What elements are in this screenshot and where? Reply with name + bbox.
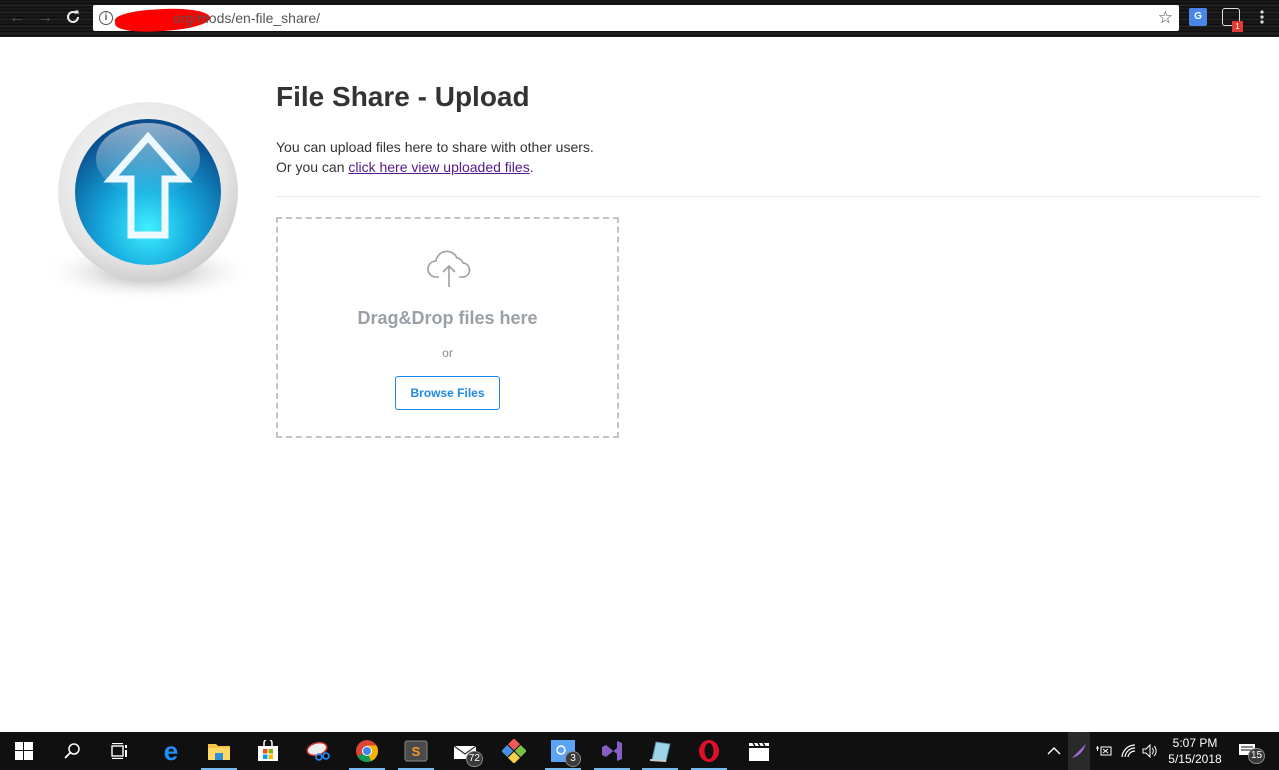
file-dropzone[interactable]: Drag&Drop files here or Browse Files [276, 217, 619, 438]
svg-text:S: S [412, 744, 421, 759]
taskbar-app-notepad[interactable] [640, 732, 680, 770]
extension-badge: 1 [1232, 21, 1243, 32]
reload-button[interactable] [64, 9, 82, 27]
task-view-button[interactable] [100, 732, 140, 770]
opera-icon [699, 740, 719, 762]
taskbar-app-git[interactable] [494, 732, 534, 770]
taskbar-app-edge[interactable]: e [151, 732, 191, 770]
browse-files-button[interactable]: Browse Files [395, 376, 500, 410]
browser-menu-icon[interactable] [1259, 9, 1265, 25]
visual-studio-icon [602, 741, 622, 761]
taskbar-app-snipping-tool[interactable] [298, 732, 338, 770]
messaging-badge: 3 [565, 751, 581, 767]
intro-prefix: Or you can [276, 159, 349, 175]
clapperboard-icon [749, 742, 769, 761]
battery-icon [1096, 746, 1112, 756]
mail-badge: 72 [465, 751, 483, 767]
chevron-up-icon [1047, 747, 1061, 755]
clock[interactable]: 5:07 PM 5/15/2018 [1165, 735, 1225, 767]
edge-icon: e [163, 735, 179, 766]
taskbar-app-visual-studio[interactable] [592, 732, 632, 770]
divider [276, 196, 1261, 197]
intro-line-2: Or you can click here view uploaded file… [276, 157, 594, 177]
intro-line-1: You can upload files here to share with … [276, 139, 594, 155]
store-icon [258, 740, 278, 761]
show-hidden-icons-button[interactable] [1047, 732, 1061, 770]
tray-battery[interactable] [1095, 732, 1113, 770]
wifi-icon [1121, 744, 1136, 758]
taskbar-app-messaging[interactable]: 3 [543, 732, 583, 770]
feather-icon [1072, 744, 1086, 758]
notifications-badge: 15 [1248, 748, 1266, 764]
clock-date: 5/15/2018 [1168, 752, 1222, 766]
taskbar-app-sublime-text[interactable]: S [396, 732, 436, 770]
taskbar-app-store[interactable] [248, 732, 288, 770]
cloud-upload-icon [427, 250, 471, 287]
dropzone-title: Drag&Drop files here [357, 308, 538, 328]
forward-button[interactable]: → [36, 9, 54, 27]
tray-volume[interactable] [1142, 732, 1158, 770]
folder-icon [208, 744, 230, 760]
info-icon[interactable]: i [99, 11, 113, 25]
url-text[interactable]: org/mods/en-file_share/ [173, 10, 320, 26]
intro-suffix: . [529, 159, 534, 175]
view-uploaded-files-link[interactable]: click here view uploaded files [348, 159, 529, 175]
tray-feather-app[interactable] [1068, 732, 1090, 770]
action-center-button[interactable]: 15 [1238, 732, 1266, 770]
intro-text: You can upload files here to share with … [276, 137, 594, 177]
git-app-icon [502, 739, 526, 763]
search-icon [64, 743, 80, 759]
snipping-tool-icon [306, 741, 330, 761]
page-content: File Share - Upload You can upload files… [0, 37, 1279, 732]
back-button[interactable]: ← [8, 9, 26, 27]
task-view-icon [111, 743, 127, 759]
taskbar-app-file-explorer[interactable] [199, 732, 239, 770]
windows-logo-icon [15, 742, 33, 760]
taskbar-app-video-editor[interactable] [739, 732, 779, 770]
sublime-text-icon: S [404, 740, 428, 762]
chrome-icon [356, 740, 379, 763]
address-bar[interactable]: i org/mods/en-file_share/ ☆ [93, 5, 1179, 35]
dropzone-or: or [442, 346, 453, 360]
volume-icon [1142, 744, 1157, 758]
bookmark-star-icon[interactable]: ☆ [1158, 8, 1173, 28]
taskbar-app-chrome[interactable] [347, 732, 387, 770]
search-button[interactable] [52, 732, 92, 770]
upload-logo-icon [38, 102, 258, 302]
reload-icon [67, 10, 79, 23]
start-button[interactable] [4, 732, 44, 770]
clock-time: 5:07 PM [1172, 736, 1218, 750]
taskbar: e S 72 3 5:07 PM 5/15/2018 15 [0, 732, 1279, 770]
taskbar-app-mail[interactable]: 72 [445, 732, 485, 770]
translate-extension-icon[interactable]: G [1189, 8, 1207, 26]
taskbar-app-opera[interactable] [689, 732, 729, 770]
notepad-icon [649, 741, 671, 762]
browser-toolbar: ← → i org/mods/en-file_share/ ☆ G 1 [0, 0, 1279, 37]
tray-network[interactable] [1121, 732, 1137, 770]
page-title: File Share - Upload [276, 81, 530, 112]
